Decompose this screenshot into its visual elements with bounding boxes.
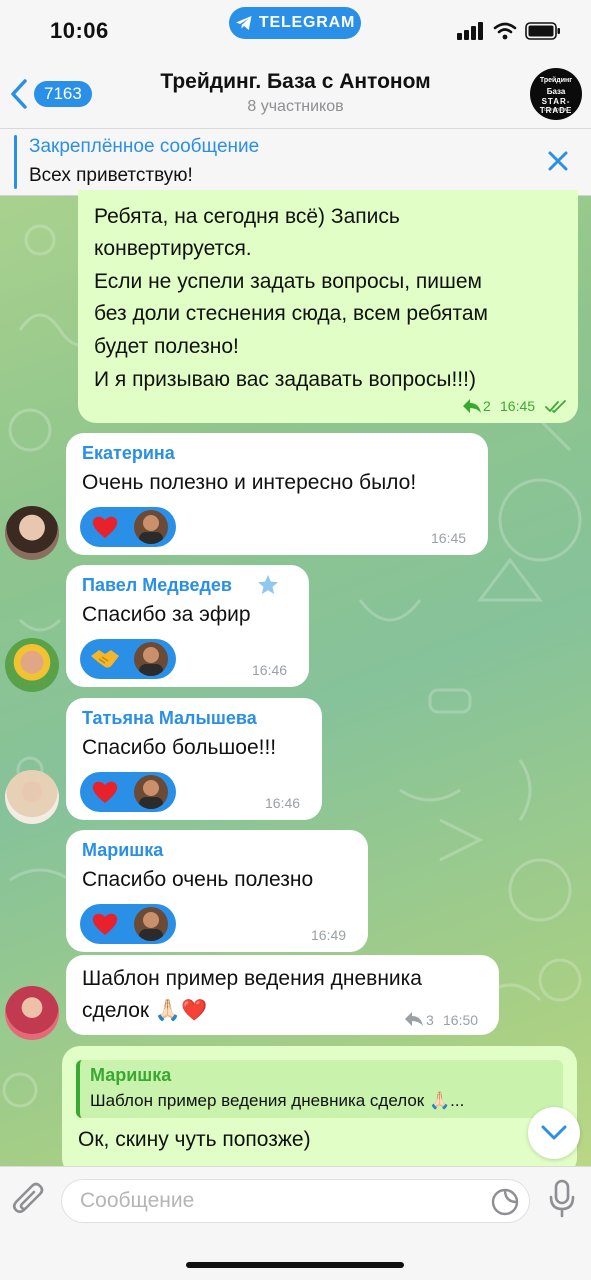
message-text: Спасибо большое!!! [82, 736, 277, 759]
pinned-text: Всех приветствую! [29, 165, 193, 186]
reactor-avatar [134, 510, 168, 544]
pinned-message-bar[interactable]: Закреплённое сообщение Всех приветствую! [0, 128, 591, 196]
message-time: 16:46 [265, 795, 301, 811]
reactor-avatar [134, 775, 168, 809]
reaction-chip[interactable] [80, 507, 176, 547]
message-line: Ребята, на сегодня всё) Запись [94, 205, 400, 228]
avatar-pavel[interactable] [5, 638, 59, 692]
reaction-chip[interactable] [80, 904, 176, 944]
avatar-marishka[interactable] [5, 986, 59, 1040]
sender-name[interactable]: Екатерина [82, 443, 175, 464]
quote-sender: Маришка [90, 1065, 172, 1085]
status-time: 10:06 [50, 18, 109, 43]
wifi-icon [493, 22, 517, 40]
chat-title[interactable]: Трейдинг. База с Антоном [0, 70, 591, 94]
telegram-app-pill[interactable]: TELEGRAM [229, 7, 361, 39]
chat-members-count: 8 участников [247, 98, 344, 115]
avatar-ekaterina[interactable] [5, 506, 59, 560]
incoming-message[interactable]: Маришка Спасибо очень полезно 16:49 [66, 830, 368, 952]
message-text: Спасибо очень полезно [82, 868, 314, 891]
double-check-icon [545, 400, 566, 414]
reply-arrow-icon [463, 399, 481, 413]
attach-icon[interactable] [12, 1181, 46, 1219]
incoming-message[interactable]: Екатерина Очень полезно и интересно было… [66, 433, 488, 555]
message-line: Шаблон пример ведения дневника [82, 967, 422, 990]
message-input[interactable] [80, 1180, 480, 1222]
incoming-message[interactable]: Шаблон пример ведения дневника сделок 🙏🏻… [66, 955, 499, 1035]
telegram-label: TELEGRAM [258, 14, 356, 31]
sticker-icon[interactable] [490, 1187, 520, 1217]
message-time: 16:45 [500, 398, 536, 414]
signal-icon [457, 22, 483, 40]
message-line: сделок 🙏🏻❤️ [82, 999, 208, 1022]
heart-icon [90, 909, 120, 939]
message-line: Если не успели задать вопросы, пишем [94, 270, 482, 293]
chat-avatar[interactable]: Трейдинг База STAR-TRADE с Антоном [530, 68, 582, 120]
microphone-icon[interactable] [548, 1179, 576, 1219]
incoming-message[interactable]: Татьяна Малышева Спасибо большое!!! 16:4… [66, 698, 322, 820]
outgoing-message[interactable]: Маришка Шаблон пример ведения дневника с… [62, 1046, 577, 1176]
reaction-chip[interactable] [80, 639, 176, 679]
telegram-icon [235, 16, 252, 30]
home-indicator [186, 1262, 404, 1268]
avatar-line-4: с Антоном [544, 107, 568, 113]
message-field[interactable] [61, 1179, 530, 1223]
pinned-label: Закреплённое сообщение [29, 136, 260, 157]
avatar-line-1: Трейдинг [539, 77, 573, 84]
message-text: Ок, скину чуть попозже) [78, 1128, 311, 1151]
reply-count: 2 [483, 398, 491, 414]
status-icons [457, 22, 561, 40]
reply-arrow-icon [405, 1012, 423, 1026]
reactor-avatar [134, 907, 168, 941]
message-time: 16:50 [443, 1012, 479, 1028]
message-line: конвертируется. [94, 237, 252, 260]
message-text: Спасибо за эфир [82, 603, 251, 626]
scroll-to-bottom-button[interactable] [528, 1107, 580, 1159]
reply-count: 3 [426, 1012, 434, 1028]
message-line: без доли стеснения сюда, всем ребятам [94, 302, 488, 325]
message-time: 16:46 [252, 662, 288, 678]
premium-star-icon [258, 575, 278, 594]
avatar-line-2: База [546, 87, 566, 96]
battery-icon [525, 22, 560, 40]
reactor-avatar [134, 642, 168, 676]
message-line: И я призываю вас задавать вопросы!!!) [94, 368, 476, 391]
sender-name[interactable]: Татьяна Малышева [82, 708, 257, 729]
status-bar: 10:06 TELEGRAM [0, 0, 591, 60]
reaction-chip[interactable] [80, 772, 176, 812]
incoming-message[interactable]: Павел Медведев Спасибо за эфир 16:46 [66, 565, 309, 687]
chat-header: 7163 Трейдинг. База с Антоном 8 участник… [0, 60, 591, 128]
message-text: Очень полезно и интересно было! [82, 471, 417, 494]
message-time: 16:45 [431, 530, 467, 546]
quote-text: Шаблон пример ведения дневника сделок 🙏🏻… [90, 1091, 465, 1110]
handshake-icon [90, 644, 120, 674]
heart-icon [90, 512, 120, 542]
heart-icon [90, 777, 120, 807]
sender-name[interactable]: Павел Медведев [82, 575, 232, 596]
pinned-accent-bar [14, 135, 17, 189]
outgoing-message[interactable]: Ребята, на сегодня всё) Запись конвертир… [78, 190, 578, 423]
chevron-down-icon [541, 1125, 567, 1140]
avatar-tatiana[interactable] [5, 770, 59, 824]
quoted-message[interactable]: Маришка Шаблон пример ведения дневника с… [76, 1060, 563, 1118]
close-icon[interactable] [546, 149, 570, 173]
message-time: 16:49 [311, 927, 347, 943]
sender-name[interactable]: Маришка [82, 840, 163, 861]
message-line: будет полезно! [94, 335, 239, 358]
